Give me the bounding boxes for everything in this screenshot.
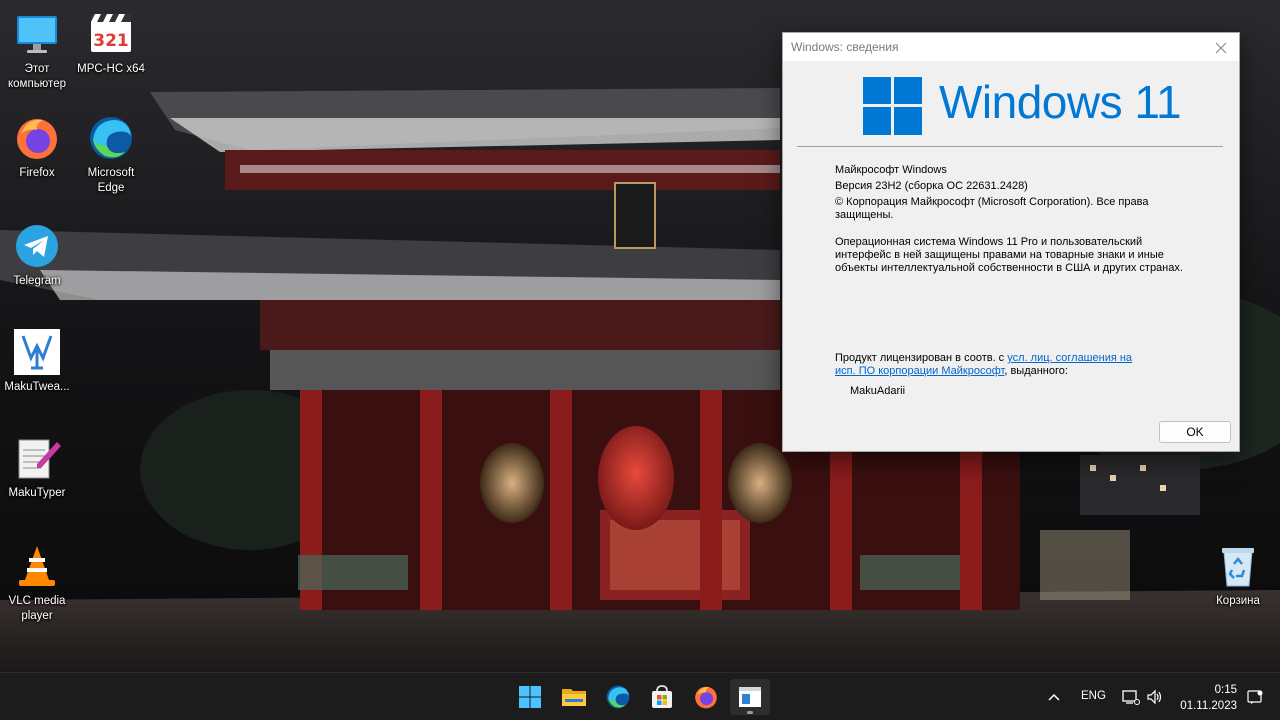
windows-logo-icon bbox=[863, 77, 922, 135]
chevron-up-icon bbox=[1048, 693, 1060, 701]
clock-time: 0:15 bbox=[1214, 684, 1237, 696]
mpc-hc-icon: 321 bbox=[91, 14, 131, 52]
desktop-icon-label: Microsoft Edge bbox=[87, 167, 135, 194]
vlc-icon bbox=[19, 546, 55, 586]
firefox-icon bbox=[695, 686, 717, 709]
recycle-bin-icon bbox=[1222, 548, 1254, 587]
desktop-icon-mpc-hc[interactable]: 321 MPC-HC x64 bbox=[74, 10, 148, 77]
desktop-icon-vlc[interactable]: VLC media player bbox=[0, 542, 74, 624]
desktop-icon-firefox[interactable]: Firefox bbox=[0, 114, 74, 181]
license-info: Продукт лицензирован в соотв. с усл. лиц… bbox=[835, 352, 1205, 378]
network-status[interactable] bbox=[1118, 679, 1144, 715]
desktop-icon-label: Telegram bbox=[13, 275, 61, 287]
svg-text:321: 321 bbox=[93, 31, 129, 51]
desktop-icon-recycle-bin[interactable]: Корзина bbox=[1201, 542, 1275, 609]
copyright-text: © Корпорация Майкрософт (Microsoft Corpo… bbox=[835, 196, 1149, 221]
windows-wordmark: Windows 11 bbox=[939, 76, 1182, 128]
close-button[interactable] bbox=[1211, 38, 1231, 58]
desktop-icon-telegram[interactable]: Telegram bbox=[0, 222, 74, 289]
desktop-icon-label: VLC media player bbox=[8, 595, 66, 622]
ok-button[interactable]: OK bbox=[1159, 421, 1231, 443]
edge-icon bbox=[90, 117, 132, 159]
desktop-icon-label: MakuTwea... bbox=[4, 381, 70, 393]
about-windows-dialog: Windows: сведения Windows 11 Майкрософт … bbox=[782, 32, 1240, 452]
active-indicator bbox=[747, 711, 753, 714]
start-button[interactable] bbox=[510, 679, 550, 715]
volume-status[interactable] bbox=[1142, 679, 1168, 715]
winver-icon bbox=[739, 687, 761, 707]
close-icon bbox=[1215, 42, 1227, 54]
start-icon bbox=[519, 686, 541, 708]
desktop-icon-label: MPC-HC x64 bbox=[77, 63, 145, 75]
edge-icon bbox=[606, 685, 630, 709]
monitor-icon bbox=[17, 16, 57, 53]
divider bbox=[797, 146, 1223, 147]
version-info: Майкрософт Windows Версия 23H2 (сборка О… bbox=[835, 162, 1205, 222]
dialog-titlebar[interactable]: Windows: сведения bbox=[783, 33, 1239, 61]
taskbar-edge[interactable] bbox=[598, 679, 638, 715]
desktop-icon-label: Этот компьютер bbox=[8, 63, 66, 90]
notification-icon bbox=[1247, 690, 1263, 704]
version-text: Версия 23H2 (сборка ОС 22631.2428) bbox=[835, 180, 1028, 192]
taskbar: ENG 0:15 01.11.2023 bbox=[0, 672, 1280, 720]
clock[interactable]: 0:15 01.11.2023 bbox=[1178, 682, 1237, 714]
desktop-icon-makutweaker[interactable]: MakuTwea... bbox=[0, 328, 74, 395]
desktop-icon-label: Firefox bbox=[19, 167, 55, 179]
taskbar-winver[interactable] bbox=[730, 679, 770, 715]
desktop-icon-this-pc[interactable]: Этот компьютер bbox=[0, 10, 74, 92]
makutyper-icon bbox=[18, 439, 61, 479]
desktop-icon-makutyper[interactable]: MakuTyper bbox=[0, 434, 74, 501]
taskbar-firefox[interactable] bbox=[686, 679, 726, 715]
firefox-icon bbox=[17, 119, 57, 159]
taskbar-file-explorer[interactable] bbox=[554, 679, 594, 715]
speaker-icon bbox=[1147, 689, 1162, 705]
desktop-icon-label: MakuTyper bbox=[8, 487, 66, 499]
os-description: Операционная система Windows 11 Pro и по… bbox=[835, 236, 1205, 275]
microsoft-store-icon bbox=[652, 685, 672, 708]
telegram-icon bbox=[16, 225, 58, 267]
clock-date: 01.11.2023 bbox=[1180, 700, 1237, 712]
license-text: Продукт лицензирован в соотв. с усл. лиц… bbox=[835, 352, 1205, 378]
description-text: Операционная система Windows 11 Pro и по… bbox=[835, 236, 1183, 274]
license-prefix: Продукт лицензирован в соотв. с bbox=[835, 352, 1008, 364]
desktop-icon-edge[interactable]: Microsoft Edge bbox=[74, 114, 148, 196]
file-explorer-icon bbox=[562, 689, 586, 706]
taskbar-microsoft-store[interactable] bbox=[642, 679, 682, 715]
makutweaker-icon bbox=[14, 329, 60, 375]
language-indicator[interactable]: ENG bbox=[1081, 690, 1106, 702]
license-suffix: , выданного: bbox=[1004, 365, 1068, 377]
show-hidden-icons-button[interactable] bbox=[1036, 679, 1072, 715]
company-name: Майкрософт Windows bbox=[835, 164, 947, 176]
notifications-button[interactable] bbox=[1242, 679, 1268, 715]
desktop-icon-label: Корзина bbox=[1216, 595, 1260, 607]
licensee: MakuAdarii bbox=[850, 385, 906, 397]
network-icon bbox=[1122, 690, 1140, 705]
windows-banner: Windows 11 bbox=[783, 61, 1239, 145]
dialog-title: Windows: сведения bbox=[791, 40, 899, 54]
